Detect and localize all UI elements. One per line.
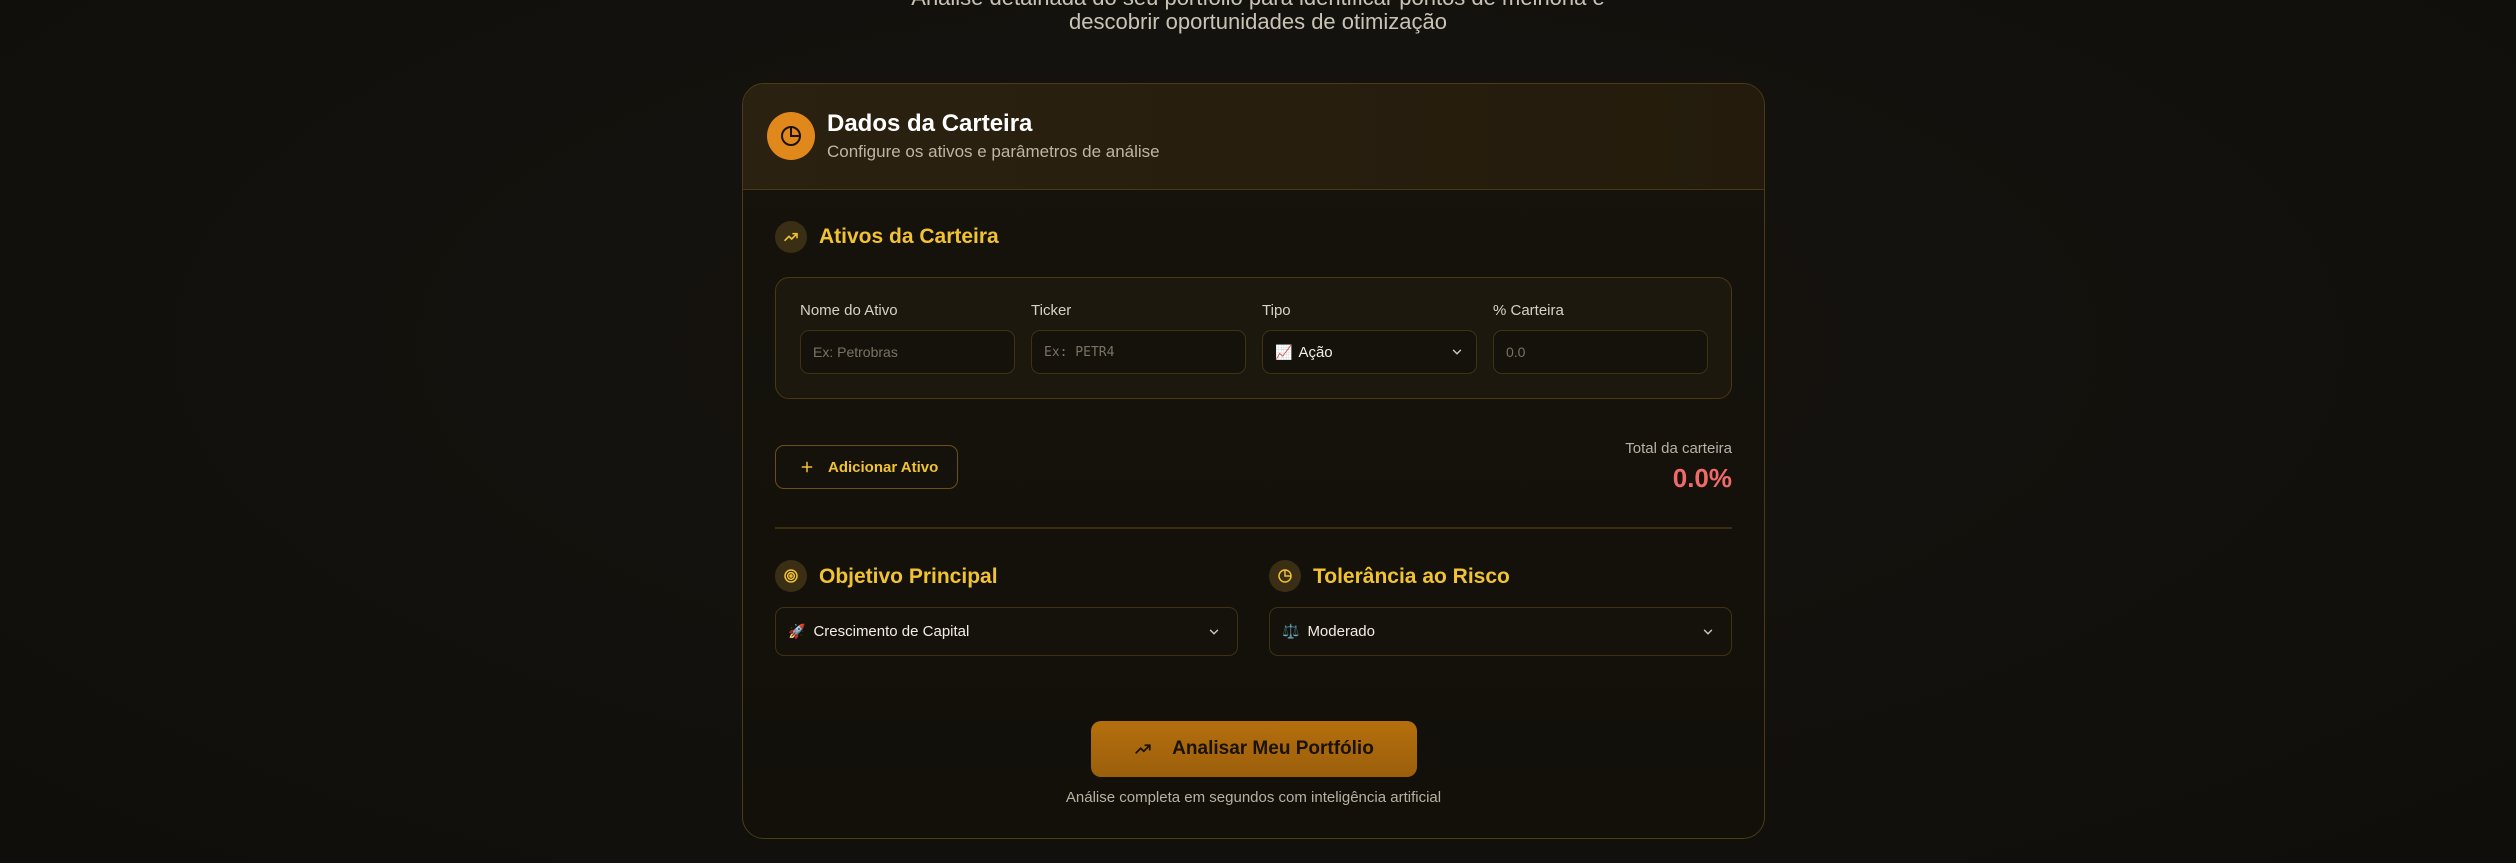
chart-emoji-icon: 📈 <box>1275 343 1293 360</box>
footnote: Análise completa em segundos com intelig… <box>1065 789 1442 806</box>
objective-select[interactable]: 🚀 Crescimento de Capital <box>775 607 1238 656</box>
percent-label: % Carteira <box>1493 302 1564 319</box>
percent-input[interactable] <box>1493 330 1708 374</box>
total-label: Total da carteira <box>1625 440 1732 457</box>
type-label: Tipo <box>1262 302 1291 319</box>
chevron-down-icon <box>1452 349 1462 355</box>
trending-up-icon <box>1135 744 1151 754</box>
chevron-down-icon <box>1703 629 1713 635</box>
add-asset-label: Adicionar Ativo <box>828 458 939 476</box>
card-subtitle: Configure os ativos e parâmetros de anál… <box>827 142 1160 161</box>
rocket-icon: 🚀 <box>788 623 806 639</box>
gauge-icon <box>1269 560 1301 592</box>
risk-title: Tolerância ao Risco <box>1313 565 1510 588</box>
card-title: Dados da Carteira <box>827 110 1033 137</box>
asset-name-input[interactable] <box>800 330 1015 374</box>
ticker-input[interactable] <box>1031 330 1246 374</box>
risk-select-value: Moderado <box>1307 623 1375 640</box>
analyze-button-label: Analisar Meu Portfólio <box>1172 738 1374 759</box>
intro-line-2: descobrir oportunidades de otimização <box>1069 9 1447 34</box>
ticker-label: Ticker <box>1031 302 1072 319</box>
trending-up-icon <box>775 221 807 253</box>
chevron-down-icon <box>1209 629 1219 635</box>
target-icon <box>775 560 807 592</box>
add-asset-button[interactable]: Adicionar Ativo <box>775 445 958 489</box>
assets-section-title: Ativos da Carteira <box>819 225 999 248</box>
portfolio-card: Dados da Carteira Configure os ativos e … <box>742 83 1765 839</box>
risk-select[interactable]: ⚖️ Moderado <box>1269 607 1732 656</box>
pie-chart-icon <box>767 112 815 160</box>
objective-title: Objetivo Principal <box>819 565 998 588</box>
card-header: Dados da Carteira Configure os ativos e … <box>743 84 1764 190</box>
analyze-portfolio-button[interactable]: Analisar Meu Portfólio <box>1091 721 1417 777</box>
type-select-value: Ação <box>1298 343 1333 361</box>
asset-name-label: Nome do Ativo <box>800 302 898 319</box>
asset-entry-row: Nome do Ativo Ticker Tipo 📈 Ação % Carte… <box>775 277 1732 399</box>
plus-icon <box>801 461 813 473</box>
objective-select-value: Crescimento de Capital <box>813 623 970 640</box>
type-select[interactable]: 📈 Ação <box>1262 330 1477 374</box>
total-value: 0.0% <box>1672 463 1732 493</box>
scale-icon: ⚖️ <box>1282 623 1300 639</box>
section-divider <box>775 527 1732 529</box>
